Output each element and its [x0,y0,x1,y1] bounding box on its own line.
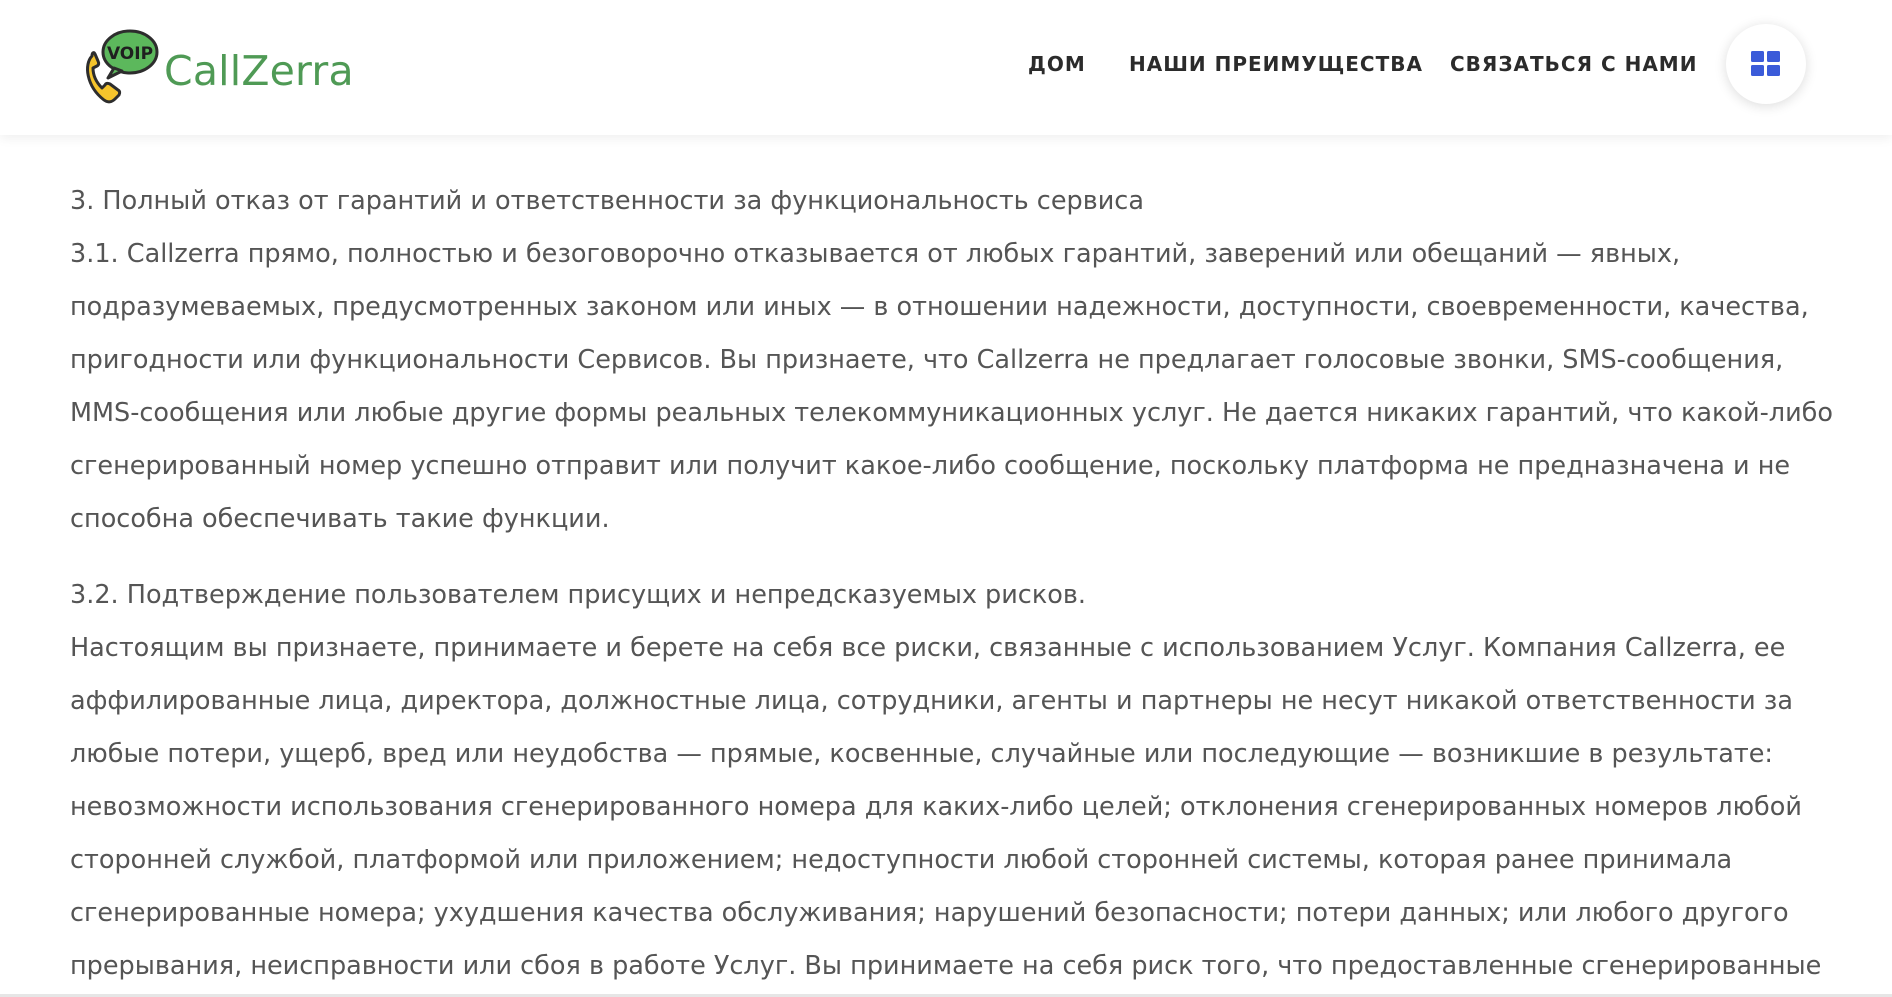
paragraph-line: способна обеспечивать такие функции. [70,504,610,534]
paragraph-line: аффилированные лица, директора, должност… [70,686,1793,716]
paragraph-line: подразумеваемых, предусмотренных законом… [70,292,1809,322]
menu-button[interactable] [1726,24,1806,104]
paragraph-line: любые потери, ущерб, вред или неудобства… [70,739,1773,769]
site-header: VOIP CallZerra ДОМ НАШИ ПРЕИМУЩЕСТВА СВЯ… [0,0,1892,135]
nav-contact-link[interactable]: СВЯЗАТЬСЯ С НАМИ [1450,48,1697,80]
paragraph-line: Настоящим вы признаете, принимаете и бер… [70,633,1786,663]
paragraph-line: сгенерированные номера; ухудшения качест… [70,898,1789,928]
section-3-2-heading: 3.2. Подтверждение пользователем присущи… [70,580,1086,610]
paragraph-line: прерывания, неисправности или сбоя в раб… [70,951,1822,981]
paragraph-line: невозможности использования сгенерирован… [70,792,1802,822]
grid-icon [1751,51,1780,76]
paragraph-line: сторонней службой, платформой или прилож… [70,845,1733,875]
paragraph-line: 3.1. Callzerra прямо, полностью и безого… [70,239,1681,269]
section-3-heading: 3. Полный отказ от гарантий и ответствен… [70,186,1144,216]
paragraph-line: пригодности или функциональности Сервисо… [70,345,1784,375]
paragraph-line: MMS-сообщения или любые другие формы реа… [70,398,1833,428]
main-nav: ДОМ НАШИ ПРЕИМУЩЕСТВА СВЯЗАТЬСЯ С НАМИ [0,48,1892,80]
nav-home-link[interactable]: ДОМ [1028,48,1086,80]
terms-content: 3. Полный отказ от гарантий и ответствен… [70,175,1833,993]
paragraph-line: сгенерированный номер успешно отправит и… [70,451,1791,481]
page: VOIP CallZerra ДОМ НАШИ ПРЕИМУЩЕСТВА СВЯ… [0,0,1892,997]
nav-advantages-link[interactable]: НАШИ ПРЕИМУЩЕСТВА [1129,48,1423,80]
